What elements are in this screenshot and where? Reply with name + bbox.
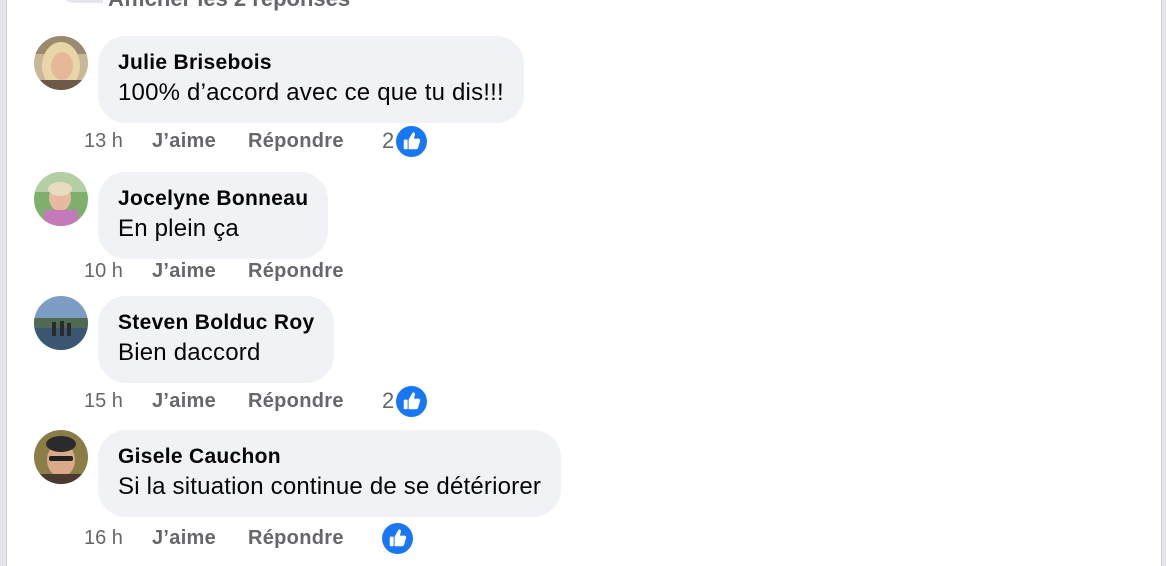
right-panel-edge bbox=[1162, 0, 1166, 566]
comment-bubble: Julie Brisebois 100% d’accord avec ce qu… bbox=[98, 36, 524, 123]
reaction-summary[interactable]: 2 bbox=[382, 125, 428, 157]
comment-bubble: Jocelyne Bonneau En plein ça bbox=[98, 172, 329, 259]
comment-timestamp[interactable]: 16 h bbox=[84, 527, 152, 550]
like-thumb-icon bbox=[396, 385, 428, 417]
comment-timestamp[interactable]: 13 h bbox=[84, 130, 152, 153]
reply-thread-connector bbox=[60, 0, 103, 3]
reply-button[interactable]: Répondre bbox=[248, 260, 382, 283]
avatar[interactable] bbox=[34, 36, 88, 90]
like-button[interactable]: J’aime bbox=[152, 527, 248, 550]
reply-button[interactable]: Répondre bbox=[248, 130, 382, 153]
reply-button[interactable]: Répondre bbox=[248, 527, 382, 550]
comment-timestamp[interactable]: 15 h bbox=[84, 390, 152, 413]
like-button[interactable]: J’aime bbox=[152, 260, 248, 283]
reaction-summary[interactable] bbox=[382, 522, 413, 554]
comment-text: Bien daccord bbox=[118, 339, 261, 366]
avatar[interactable] bbox=[34, 172, 88, 226]
reply-button[interactable]: Répondre bbox=[248, 390, 382, 413]
comment-author[interactable]: Julie Brisebois bbox=[118, 49, 504, 77]
like-thumb-icon bbox=[396, 125, 428, 157]
comment-timestamp[interactable]: 10 h bbox=[84, 260, 152, 283]
like-button[interactable]: J’aime bbox=[152, 130, 248, 153]
avatar[interactable] bbox=[34, 296, 88, 350]
comment-bubble: Steven Bolduc Roy Bien daccord bbox=[98, 296, 335, 383]
comment-bubble: Gisele Cauchon Si la situation continue … bbox=[98, 430, 562, 517]
comment-text: Si la situation continue de se détériore… bbox=[118, 473, 542, 500]
comment-actions: 10 h J’aime Répondre bbox=[84, 256, 382, 286]
like-thumb-icon bbox=[382, 522, 413, 554]
avatar[interactable] bbox=[34, 430, 88, 484]
comment-author[interactable]: Steven Bolduc Roy bbox=[118, 309, 314, 337]
show-replies-link[interactable]: Afficher les 2 réponses bbox=[108, 0, 350, 12]
reaction-count: 2 bbox=[382, 128, 395, 153]
comment-author[interactable]: Gisele Cauchon bbox=[118, 443, 541, 471]
comment-actions: 15 h J’aime Répondre 2 bbox=[84, 385, 428, 417]
right-panel-border bbox=[1161, 0, 1162, 566]
like-button[interactable]: J’aime bbox=[152, 390, 248, 413]
reaction-summary[interactable]: 2 bbox=[382, 385, 428, 417]
left-panel-border bbox=[6, 0, 7, 566]
comment-text: 100% d’accord avec ce que tu dis!!! bbox=[118, 79, 504, 106]
comment-actions: 16 h J’aime Répondre bbox=[84, 522, 413, 554]
comment-actions: 13 h J’aime Répondre 2 bbox=[84, 125, 428, 157]
comment-author[interactable]: Jocelyne Bonneau bbox=[118, 185, 308, 213]
comment-text: En plein ça bbox=[118, 215, 239, 242]
reaction-count: 2 bbox=[382, 388, 395, 413]
